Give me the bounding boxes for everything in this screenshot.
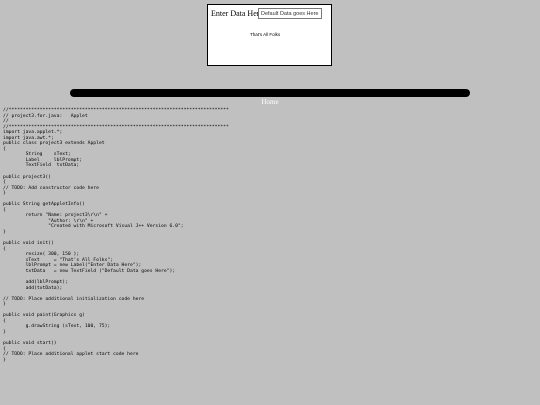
- java-applet-panel: Enter Data Here That's All Folks: [207, 4, 332, 66]
- source-code-listing: //**************************************…: [3, 108, 229, 363]
- data-text-field[interactable]: [258, 8, 322, 19]
- home-nav-bar: Home: [70, 89, 470, 106]
- prompt-label: Enter Data Here: [211, 9, 263, 18]
- drawn-string: That's All Folks: [250, 32, 281, 37]
- home-link[interactable]: Home: [261, 98, 278, 106]
